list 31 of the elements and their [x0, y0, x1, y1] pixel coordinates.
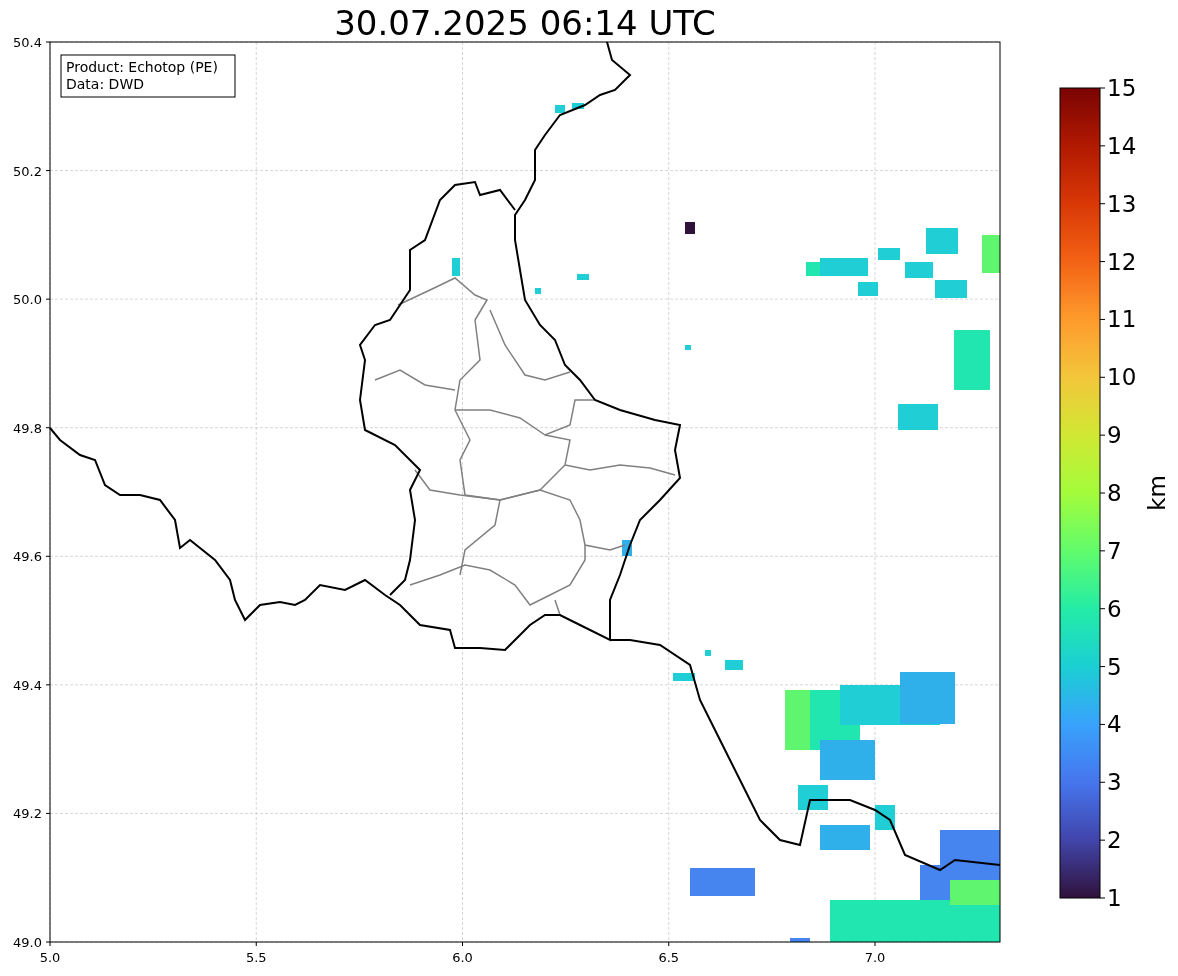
colorbar-tick-label: 15 [1107, 75, 1137, 101]
x-tick-label: 6.0 [452, 950, 473, 965]
info-box: Product: Echotop (PE) Data: DWD [60, 54, 236, 98]
colorbar-tick-label: 13 [1107, 190, 1137, 217]
colorbar-tick-label: 11 [1107, 306, 1137, 333]
y-tick-label: 49.0 [13, 935, 42, 950]
y-tick-label: 49.6 [13, 549, 42, 565]
x-tick-label: 5.0 [39, 950, 61, 965]
colorbar-tick-label: 2 [1107, 827, 1122, 854]
colorbar-tick-label: 6 [1107, 595, 1122, 622]
y-tick-label: 50.0 [13, 292, 42, 308]
colorbar-tick-label: 9 [1107, 422, 1122, 449]
x-tick-label: 5.5 [245, 950, 267, 965]
colorbar-tick-label: 5 [1107, 653, 1122, 680]
y-tick-label: 49.4 [13, 677, 42, 693]
plot-title: 30.07.2025 06:14 UTC [334, 3, 716, 43]
colorbar-tick-label: 10 [1107, 364, 1137, 391]
colorbar-tick-label: 8 [1107, 480, 1122, 506]
colorbar-tick-label: 4 [1107, 711, 1122, 738]
colorbar-tick-label: 3 [1107, 769, 1122, 796]
colorbar-label: km [1144, 475, 1170, 511]
x-tick-label: 6.5 [658, 950, 680, 965]
y-tick-label: 50.2 [13, 163, 42, 179]
y-tick-label: 50.4 [13, 35, 42, 50]
y-tick-label: 49.2 [13, 806, 42, 822]
y-tick-label: 49.8 [13, 420, 42, 436]
colorbar-tick-label: 7 [1107, 537, 1122, 564]
colorbar-tick-label: 1 [1107, 885, 1122, 911]
colorbar-tick-label: 14 [1107, 132, 1137, 159]
colorbar-tick-label: 12 [1107, 248, 1137, 275]
x-tick-label: 7.0 [864, 950, 886, 965]
